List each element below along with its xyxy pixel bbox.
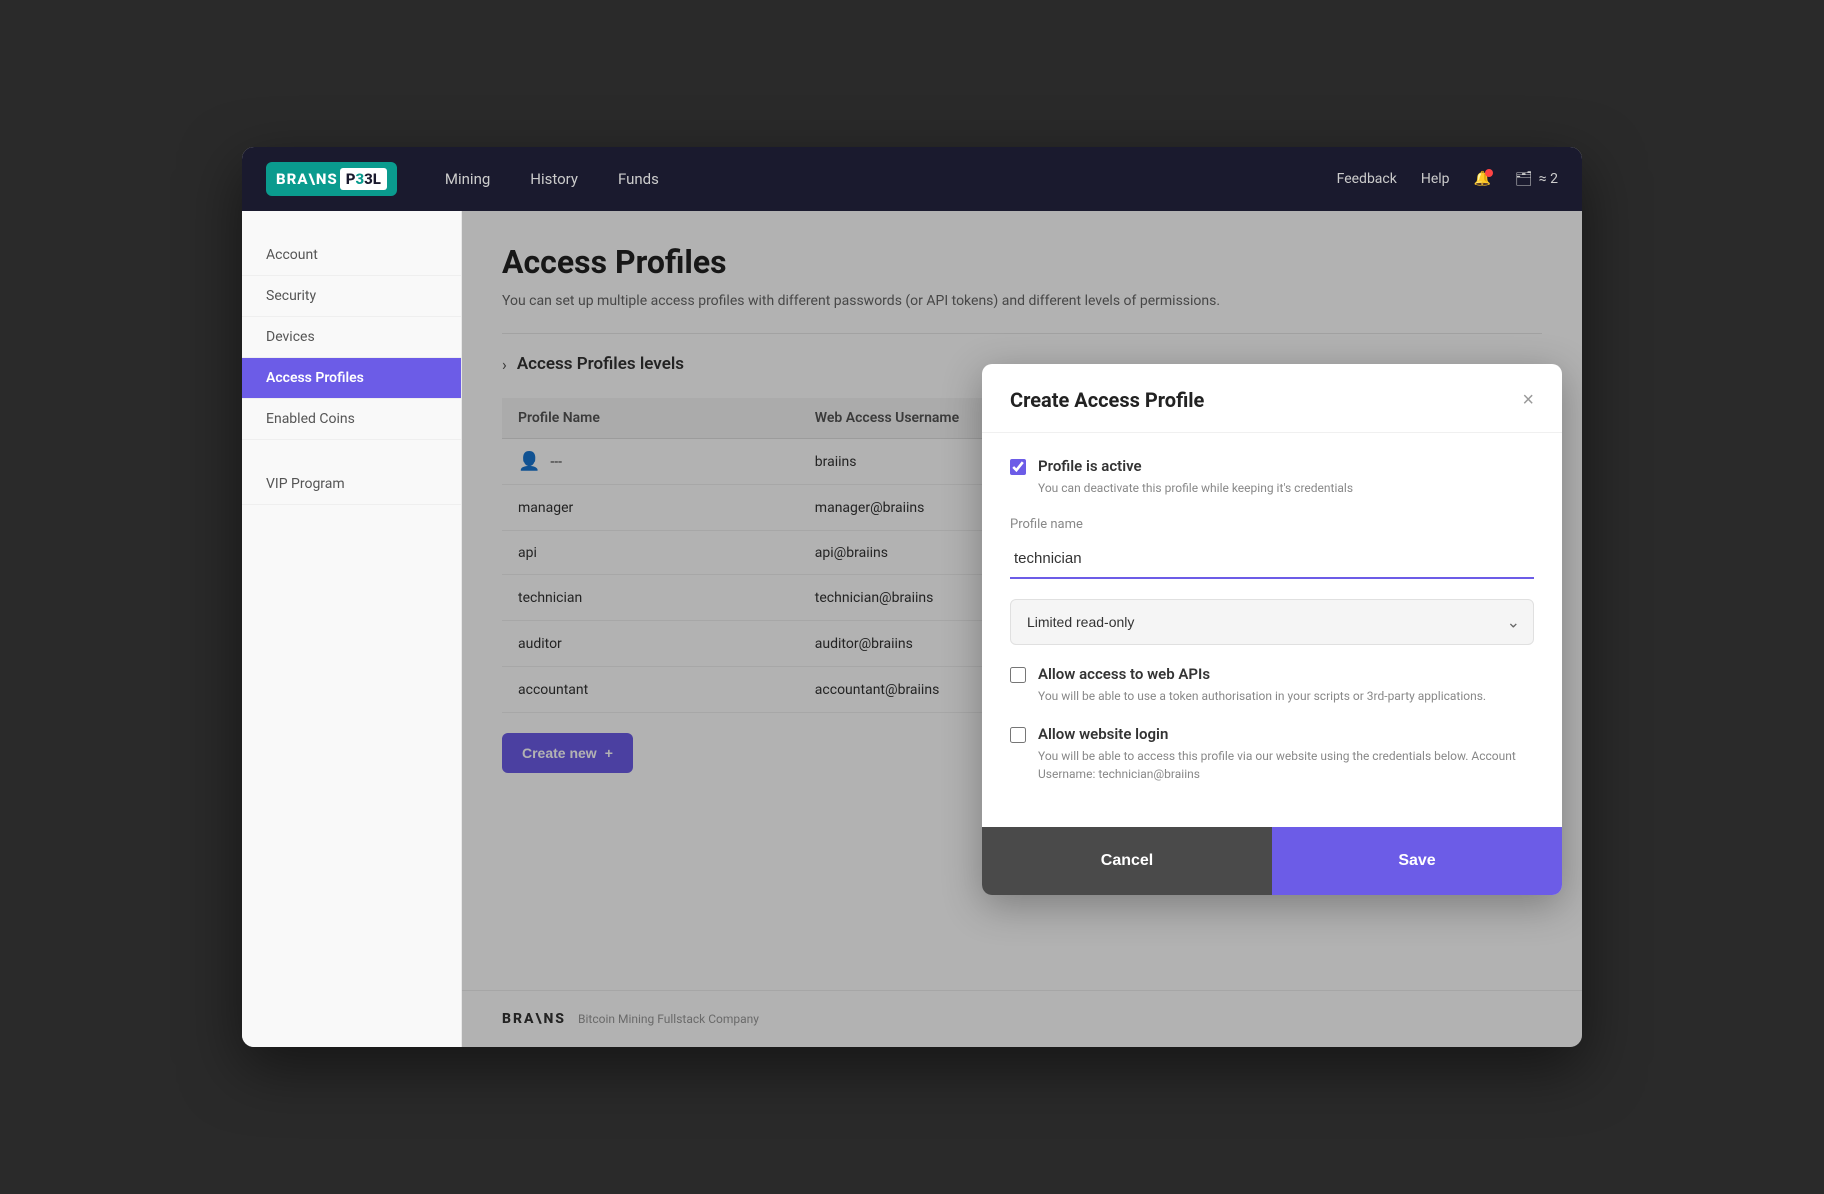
wallet-count: ≈ 2 bbox=[1539, 171, 1558, 187]
nav-history[interactable]: History bbox=[530, 170, 578, 188]
feedback-link[interactable]: Feedback bbox=[1337, 171, 1397, 187]
profile-active-info: Profile is active You can deactivate thi… bbox=[1038, 457, 1353, 497]
web-api-row: Allow access to web APIs You will be abl… bbox=[1010, 665, 1534, 705]
sidebar-item-security[interactable]: Security bbox=[242, 276, 461, 317]
nav-mining[interactable]: Mining bbox=[445, 170, 490, 188]
create-access-profile-modal: Create Access Profile × Profile is activ… bbox=[982, 364, 1562, 895]
website-login-desc: You will be able to access this profile … bbox=[1038, 747, 1534, 783]
website-login-checkbox[interactable] bbox=[1010, 727, 1026, 743]
web-api-label: Allow access to web APIs bbox=[1038, 665, 1486, 683]
website-login-row: Allow website login You will be able to … bbox=[1010, 725, 1534, 783]
profile-active-row: Profile is active You can deactivate thi… bbox=[1010, 457, 1534, 497]
sidebar-item-access-profiles[interactable]: Access Profiles bbox=[242, 358, 461, 399]
modal-overlay: Create Access Profile × Profile is activ… bbox=[462, 211, 1582, 1047]
main-window: BRA\NS P33L Mining History Funds Feedbac… bbox=[242, 147, 1582, 1047]
modal-body: Profile is active You can deactivate thi… bbox=[982, 433, 1562, 827]
logo-braiins: BRA\NS bbox=[276, 170, 338, 188]
profile-active-label: Profile is active bbox=[1038, 457, 1353, 475]
access-level-wrap: Limited read-only Read-only Full access … bbox=[1010, 599, 1534, 645]
wallet-badge[interactable]: 🗂 ≈ 2 bbox=[1515, 171, 1558, 187]
help-link[interactable]: Help bbox=[1421, 171, 1450, 187]
modal-footer: Cancel Save bbox=[982, 827, 1562, 895]
profile-active-checkbox[interactable] bbox=[1010, 459, 1026, 475]
sidebar-divider bbox=[242, 440, 461, 464]
top-nav: BRA\NS P33L Mining History Funds Feedbac… bbox=[242, 147, 1582, 211]
sidebar-item-account[interactable]: Account bbox=[242, 235, 461, 276]
sidebar-item-vip[interactable]: VIP Program bbox=[242, 464, 461, 505]
modal-close-button[interactable]: × bbox=[1522, 390, 1534, 410]
notification-dot bbox=[1485, 169, 1493, 177]
web-api-desc: You will be able to use a token authoris… bbox=[1038, 687, 1486, 705]
profile-name-input[interactable] bbox=[1010, 540, 1534, 579]
save-button[interactable]: Save bbox=[1272, 827, 1562, 895]
wallet-icon: 🗂 bbox=[1515, 171, 1533, 187]
modal-header: Create Access Profile × bbox=[982, 364, 1562, 433]
profile-name-label: Profile name bbox=[1010, 517, 1534, 532]
cancel-button[interactable]: Cancel bbox=[982, 827, 1272, 895]
access-level-select[interactable]: Limited read-only Read-only Full access … bbox=[1010, 599, 1534, 645]
website-login-checkbox-wrap bbox=[1010, 727, 1026, 747]
logo-area: BRA\NS P33L bbox=[266, 162, 397, 196]
main-area: Account Security Devices Access Profiles… bbox=[242, 211, 1582, 1047]
logo-pool: P33L bbox=[340, 168, 387, 190]
sidebar-item-devices[interactable]: Devices bbox=[242, 317, 461, 358]
web-api-checkbox-wrap bbox=[1010, 667, 1026, 687]
nav-right: Feedback Help 🔔 🗂 ≈ 2 bbox=[1337, 171, 1558, 187]
nav-links: Mining History Funds bbox=[445, 170, 1337, 188]
profile-active-checkbox-wrap bbox=[1010, 459, 1026, 479]
website-login-label: Allow website login bbox=[1038, 725, 1534, 743]
nav-funds[interactable]: Funds bbox=[618, 170, 659, 188]
notification-bell[interactable]: 🔔 bbox=[1474, 171, 1491, 187]
website-login-info: Allow website login You will be able to … bbox=[1038, 725, 1534, 783]
logo-box: BRA\NS P33L bbox=[266, 162, 397, 196]
sidebar-item-enabled-coins[interactable]: Enabled Coins bbox=[242, 399, 461, 440]
web-api-info: Allow access to web APIs You will be abl… bbox=[1038, 665, 1486, 705]
modal-title: Create Access Profile bbox=[1010, 388, 1204, 412]
web-api-checkbox[interactable] bbox=[1010, 667, 1026, 683]
profile-active-desc: You can deactivate this profile while ke… bbox=[1038, 479, 1353, 497]
sidebar: Account Security Devices Access Profiles… bbox=[242, 211, 462, 1047]
